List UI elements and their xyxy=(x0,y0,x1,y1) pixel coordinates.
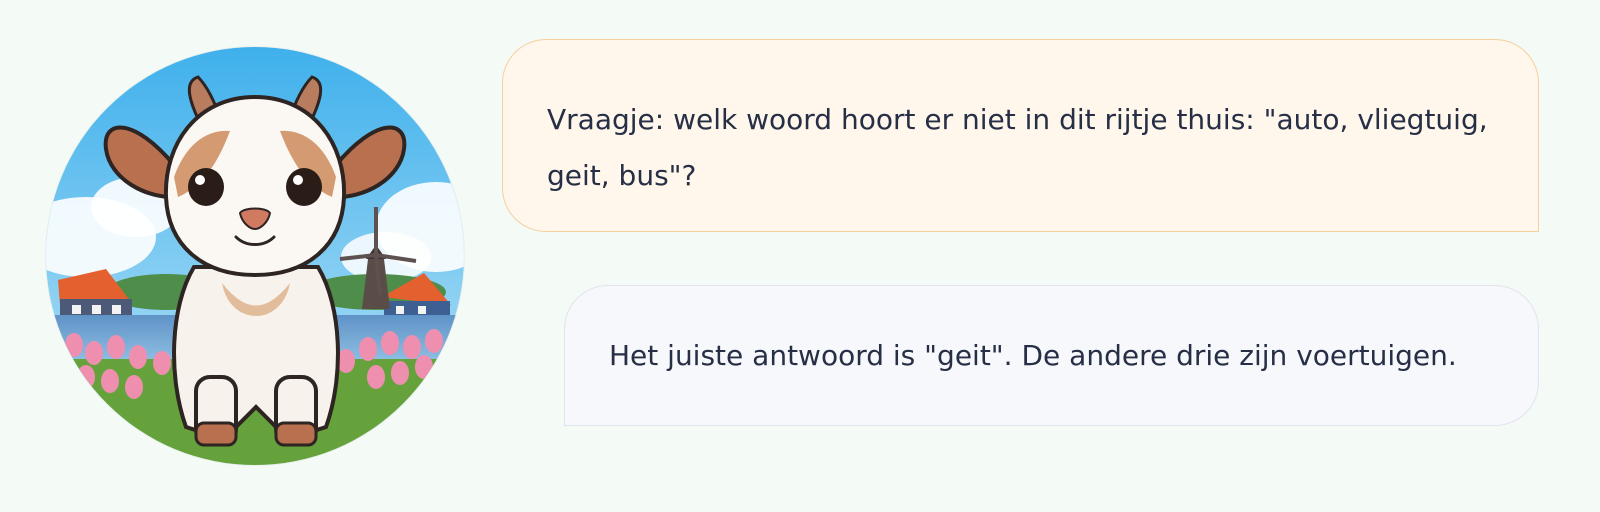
question-text: Vraagje: welk woord hoort er niet in dit… xyxy=(547,103,1488,192)
goat-avatar-icon xyxy=(46,47,464,465)
answer-message: Het juiste antwoord is "geit". De andere… xyxy=(564,285,1539,426)
question-message: Vraagje: welk woord hoort er niet in dit… xyxy=(502,39,1539,232)
answer-text: Het juiste antwoord is "geit". De andere… xyxy=(609,339,1457,372)
